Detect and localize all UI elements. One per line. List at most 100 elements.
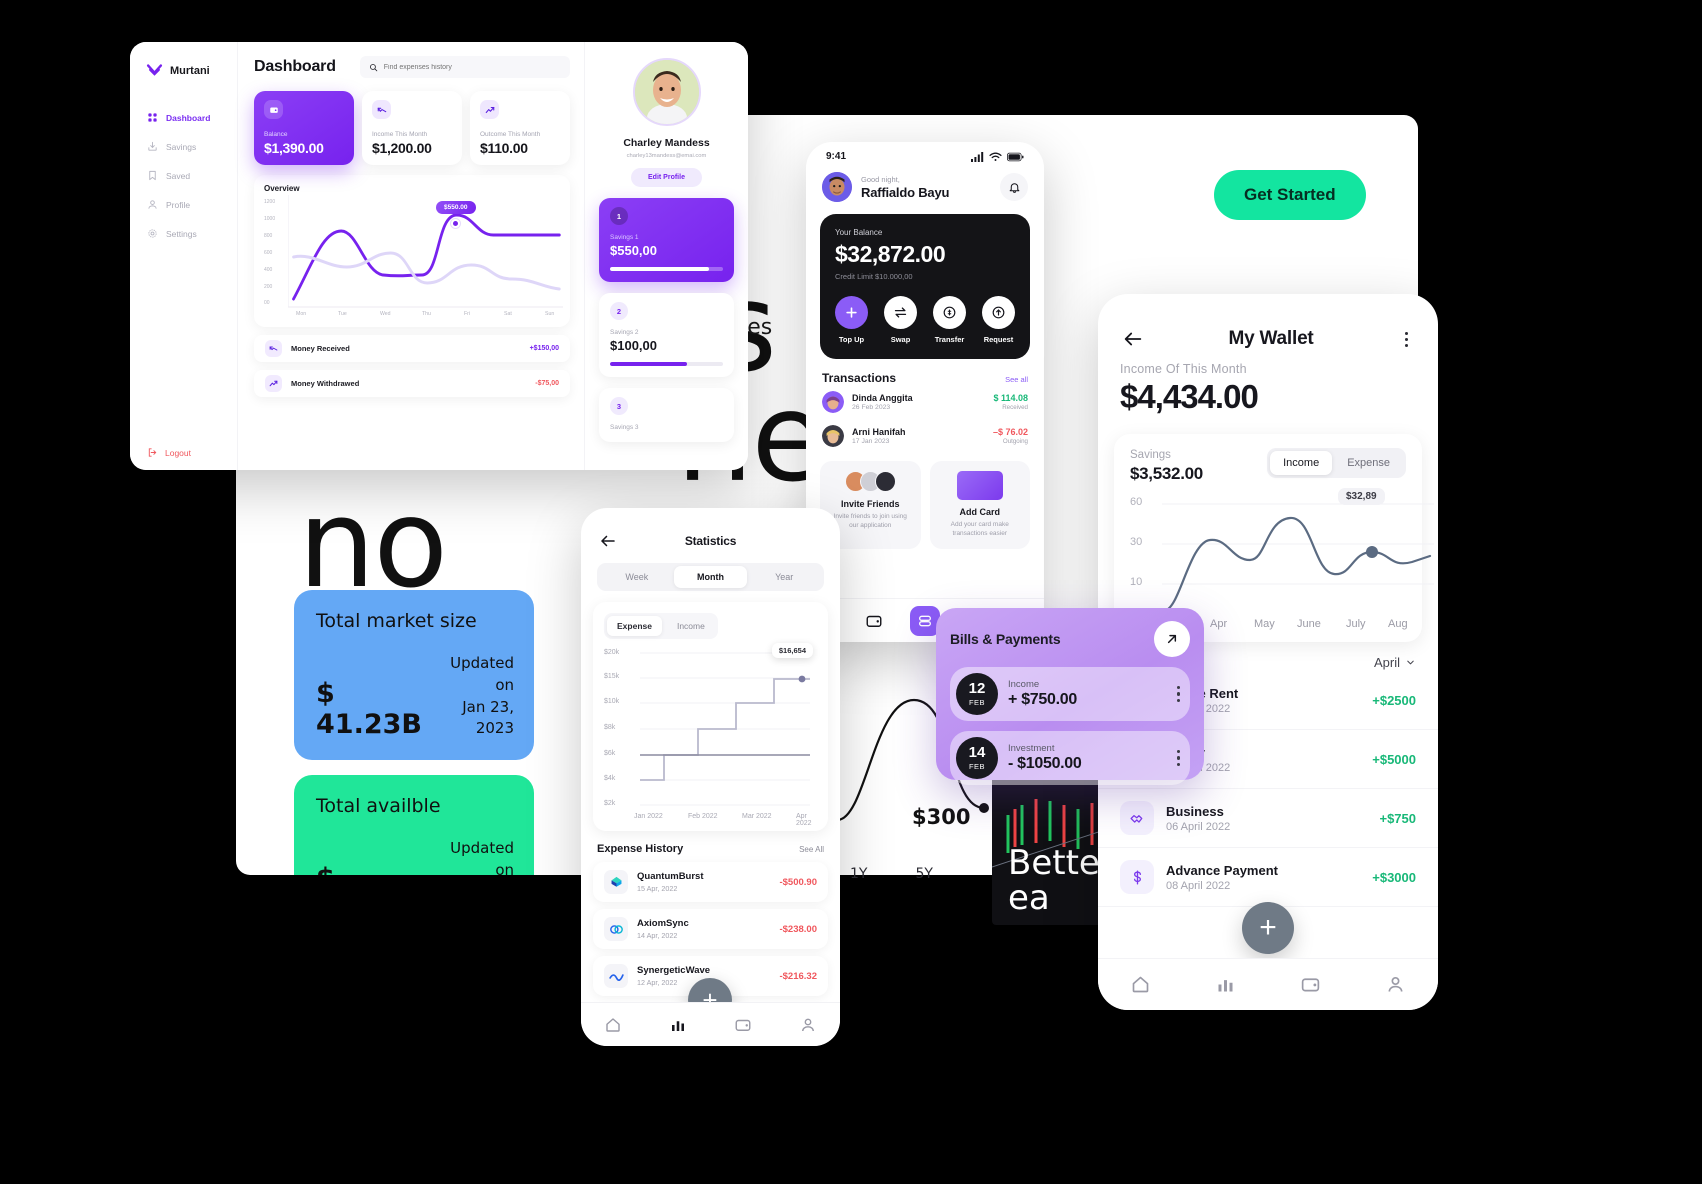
segment-month[interactable]: Month bbox=[673, 566, 748, 588]
x-tick: Fri bbox=[464, 311, 471, 317]
action-transfer[interactable]: Transfer bbox=[933, 296, 966, 344]
quick-actions: Top Up Swap Transfer Request bbox=[835, 296, 1015, 344]
y-tick: $6k bbox=[604, 750, 616, 757]
money-withdrawed-row[interactable]: Money Withdrawed -$75,00 bbox=[254, 370, 570, 397]
quantumburst-logo-icon bbox=[604, 870, 628, 894]
logout-button[interactable]: Logout bbox=[147, 447, 191, 458]
action-request[interactable]: Request bbox=[982, 296, 1015, 344]
transaction-date: 08 April 2022 bbox=[1166, 879, 1231, 892]
see-all-link[interactable]: See All bbox=[799, 845, 824, 854]
edit-profile-button[interactable]: Edit Profile bbox=[631, 168, 702, 187]
more-options-button[interactable] bbox=[1396, 331, 1416, 347]
period-segmented-control[interactable]: Week Month Year bbox=[597, 563, 824, 591]
savings-value: $550,00 bbox=[610, 243, 657, 258]
x-tick: Jan 2022 bbox=[634, 813, 663, 820]
tab-wallet[interactable] bbox=[733, 1015, 753, 1035]
tab-profile[interactable] bbox=[798, 1015, 818, 1035]
card-icon bbox=[956, 471, 1003, 500]
add-button[interactable]: + bbox=[1242, 902, 1294, 954]
savings-card-2[interactable]: 2 Savings 2 $100,00 bbox=[599, 293, 734, 377]
back-arrow-icon[interactable] bbox=[599, 532, 617, 550]
bill-more-button[interactable] bbox=[1176, 685, 1180, 703]
decor-range-tabs[interactable]: 1Y 5Y bbox=[850, 866, 933, 882]
search-input[interactable] bbox=[383, 63, 561, 71]
chart-icon[interactable] bbox=[1215, 974, 1236, 995]
pill-expense[interactable]: Expense bbox=[607, 616, 662, 636]
back-arrow-icon[interactable] bbox=[1120, 328, 1146, 350]
month-filter[interactable]: April bbox=[1374, 655, 1416, 670]
metric-value: $1,200.00 bbox=[372, 140, 432, 156]
transaction-row[interactable]: Arni Hanifah 17 Jan 2023 –$ 76.02 Outgoi… bbox=[806, 419, 1044, 453]
home-icon[interactable] bbox=[1130, 974, 1151, 995]
money-row-label: Money Withdrawed bbox=[291, 379, 360, 388]
sidebar-item-dashboard[interactable]: Dashboard bbox=[130, 103, 237, 132]
expense-row[interactable]: QuantumBurst 15 Apr, 2022 -$500.90 bbox=[593, 862, 828, 902]
segment-week[interactable]: Week bbox=[600, 566, 674, 588]
user-icon bbox=[148, 200, 157, 209]
metric-card-income[interactable]: Income This Month $1,200.00 bbox=[362, 91, 462, 165]
x-tick: Mar 2022 bbox=[742, 813, 772, 820]
promo-cards: Invite Friends Invite friends to join us… bbox=[806, 453, 1044, 549]
trend-up-icon bbox=[265, 375, 282, 392]
expense-row[interactable]: AxiomSync 14 Apr, 2022 -$238.00 bbox=[593, 909, 828, 949]
bill-more-button[interactable] bbox=[1176, 749, 1180, 767]
toggle-income[interactable]: Income bbox=[1270, 451, 1333, 475]
y-tick: 200 bbox=[264, 284, 273, 290]
tab-chart[interactable] bbox=[668, 1015, 688, 1035]
metric-card-balance[interactable]: Balance $1,390.00 bbox=[254, 91, 354, 165]
bill-row[interactable]: 14 FEB Investment - $1050.00 bbox=[950, 731, 1190, 785]
action-top-up[interactable]: Top Up bbox=[835, 296, 868, 344]
avatar[interactable] bbox=[822, 172, 852, 202]
tab-wallet[interactable] bbox=[864, 611, 884, 631]
tab-home[interactable] bbox=[603, 1015, 623, 1035]
dashboard-main: Dashboard Balance $1,390.00 bbox=[238, 42, 584, 470]
toggle-expense[interactable]: Expense bbox=[1334, 451, 1403, 475]
bill-kind: Income bbox=[1008, 679, 1040, 690]
metric-card-outcome[interactable]: Outcome This Month $110.00 bbox=[470, 91, 570, 165]
wallet-transaction-row[interactable]: Business 06 April 2022 +$750 bbox=[1098, 789, 1438, 848]
expense-name: SynergeticWave bbox=[637, 965, 711, 976]
notification-bell-button[interactable] bbox=[1000, 173, 1028, 201]
savings-card-1[interactable]: 1 Savings 1 $550,00 bbox=[599, 198, 734, 282]
chart-data-point[interactable] bbox=[450, 218, 461, 229]
income-expense-toggle[interactable]: Income Expense bbox=[1267, 448, 1406, 478]
money-received-row[interactable]: Money Received +$150,00 bbox=[254, 335, 570, 362]
handshake-icon bbox=[1120, 801, 1154, 835]
expense-name: AxiomSync bbox=[637, 918, 689, 929]
status-time: 9:41 bbox=[826, 151, 847, 162]
x-tick: Apr bbox=[1210, 618, 1228, 630]
balance-card: Your Balance $32,872.00 Credit Limit $10… bbox=[820, 214, 1030, 359]
sidebar-item-settings[interactable]: Settings bbox=[130, 219, 237, 248]
chevron-down-icon bbox=[1407, 660, 1414, 665]
promo-add-card[interactable]: Add Card Add your card make transactions… bbox=[929, 461, 1030, 549]
stat-card-updated-label: Updated on bbox=[450, 654, 514, 694]
sidebar-item-profile[interactable]: Profile bbox=[130, 190, 237, 219]
range-1y[interactable]: 1Y bbox=[850, 866, 867, 882]
income-label: Income Of This Month bbox=[1120, 362, 1247, 376]
transaction-name: Dinda Anggita bbox=[852, 393, 913, 403]
segment-year[interactable]: Year bbox=[747, 566, 821, 588]
transaction-amount: $ 114.08 bbox=[993, 393, 1028, 403]
sidebar-item-saved[interactable]: Saved bbox=[130, 161, 237, 190]
action-swap[interactable]: Swap bbox=[884, 296, 917, 344]
search-box[interactable] bbox=[359, 56, 570, 78]
expense-name: QuantumBurst bbox=[637, 871, 704, 882]
transaction-amount: –$ 76.02 bbox=[992, 427, 1028, 437]
bill-row[interactable]: 12 FEB Income + $750.00 bbox=[950, 667, 1190, 721]
open-bills-button[interactable] bbox=[1154, 621, 1190, 657]
trend-down-icon bbox=[372, 100, 391, 119]
y-tick: 1200 bbox=[264, 199, 276, 205]
decor-price: $300 bbox=[912, 805, 971, 829]
profile-icon[interactable] bbox=[1385, 974, 1406, 995]
type-pills[interactable]: Expense Income bbox=[604, 613, 718, 639]
wallet-transaction-row[interactable]: Advance Payment 08 April 2022 +$3000 bbox=[1098, 848, 1438, 907]
savings-card-3[interactable]: 3 Savings 3 bbox=[599, 388, 734, 442]
savings-badge: 2 bbox=[610, 302, 628, 320]
get-started-button[interactable]: Get Started bbox=[1214, 170, 1366, 220]
see-all-link[interactable]: See all bbox=[1005, 375, 1028, 384]
pill-income[interactable]: Income bbox=[667, 616, 715, 636]
range-5y[interactable]: 5Y bbox=[915, 866, 932, 882]
wallet-icon[interactable] bbox=[1300, 974, 1321, 995]
sidebar-item-savings[interactable]: Savings bbox=[130, 132, 237, 161]
transaction-row[interactable]: Dinda Anggita 26 Feb 2023 $ 114.08 Recei… bbox=[806, 385, 1044, 419]
